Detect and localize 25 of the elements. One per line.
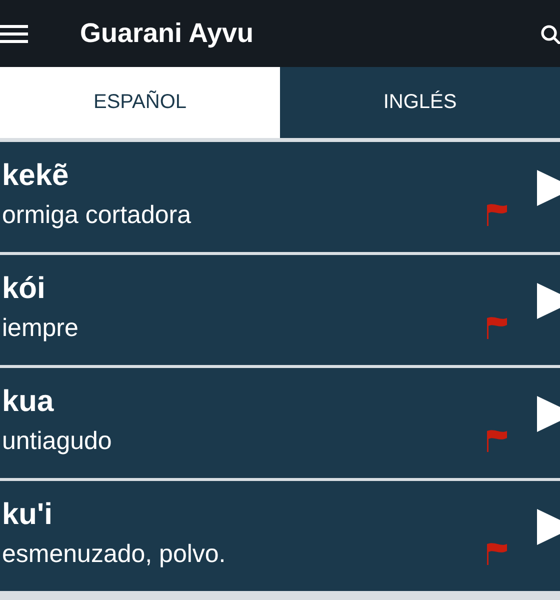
entry-word: kói: [2, 272, 46, 306]
flag-icon: [486, 203, 507, 226]
entry-meaning: iempre: [2, 314, 80, 342]
app-title: Guarani Ayvu: [80, 18, 255, 49]
flag-icon: [486, 542, 507, 565]
search-icon[interactable]: [540, 24, 560, 44]
play-icon[interactable]: [537, 396, 560, 432]
entry-row[interactable]: ku'i esmenuzado, polvo.: [0, 481, 560, 591]
language-tab[interactable]: ESPAÑOL: [0, 67, 280, 138]
menu-icon[interactable]: [0, 24, 28, 44]
entry-word: kekẽ: [2, 158, 70, 192]
entry-meaning: untiagudo: [2, 426, 113, 456]
entry-row[interactable]: kekẽ ormiga cortadora: [0, 142, 560, 252]
flag-icon: [486, 316, 507, 339]
entry-meaning: esmenuzado, polvo.: [2, 540, 227, 568]
language-tab[interactable]: INGLÉS: [280, 67, 560, 138]
play-icon[interactable]: [537, 283, 560, 319]
flag-icon: [486, 429, 507, 452]
entry-meaning: ormiga cortadora: [2, 200, 192, 230]
play-icon[interactable]: [537, 509, 560, 545]
entry-word: kua: [2, 384, 55, 418]
entry-row[interactable]: kua untiagudo: [0, 368, 560, 478]
entry-row[interactable]: kói iempre: [0, 255, 560, 365]
play-icon[interactable]: [537, 170, 560, 206]
entry-word: ku'i: [2, 498, 54, 532]
